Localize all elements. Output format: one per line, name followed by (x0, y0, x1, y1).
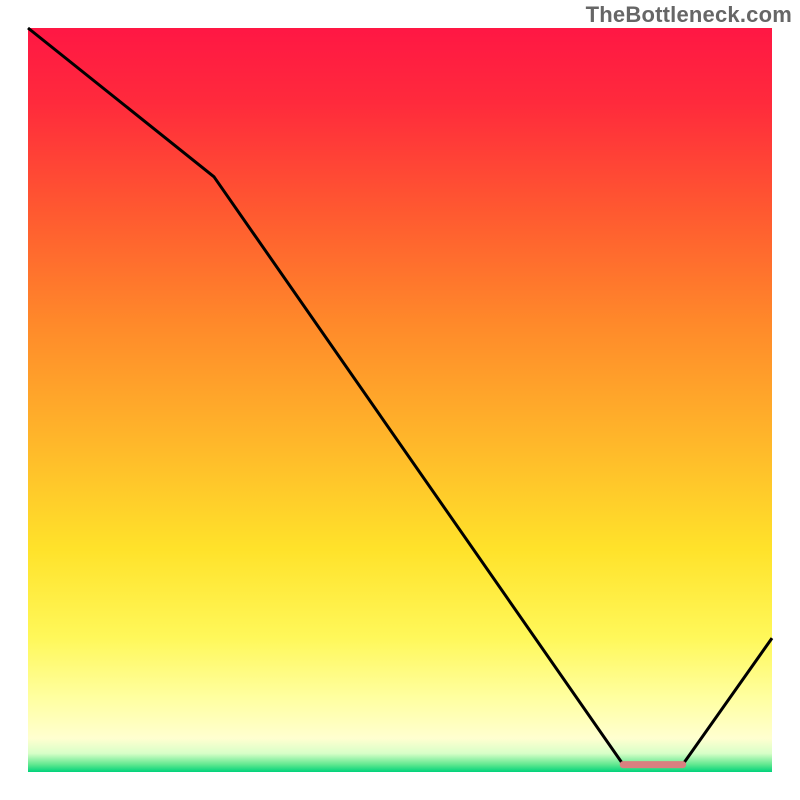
plot-background (28, 28, 772, 772)
watermark-text: TheBottleneck.com (586, 2, 792, 28)
bottleneck-chart (0, 0, 800, 800)
chart-container: TheBottleneck.com (0, 0, 800, 800)
